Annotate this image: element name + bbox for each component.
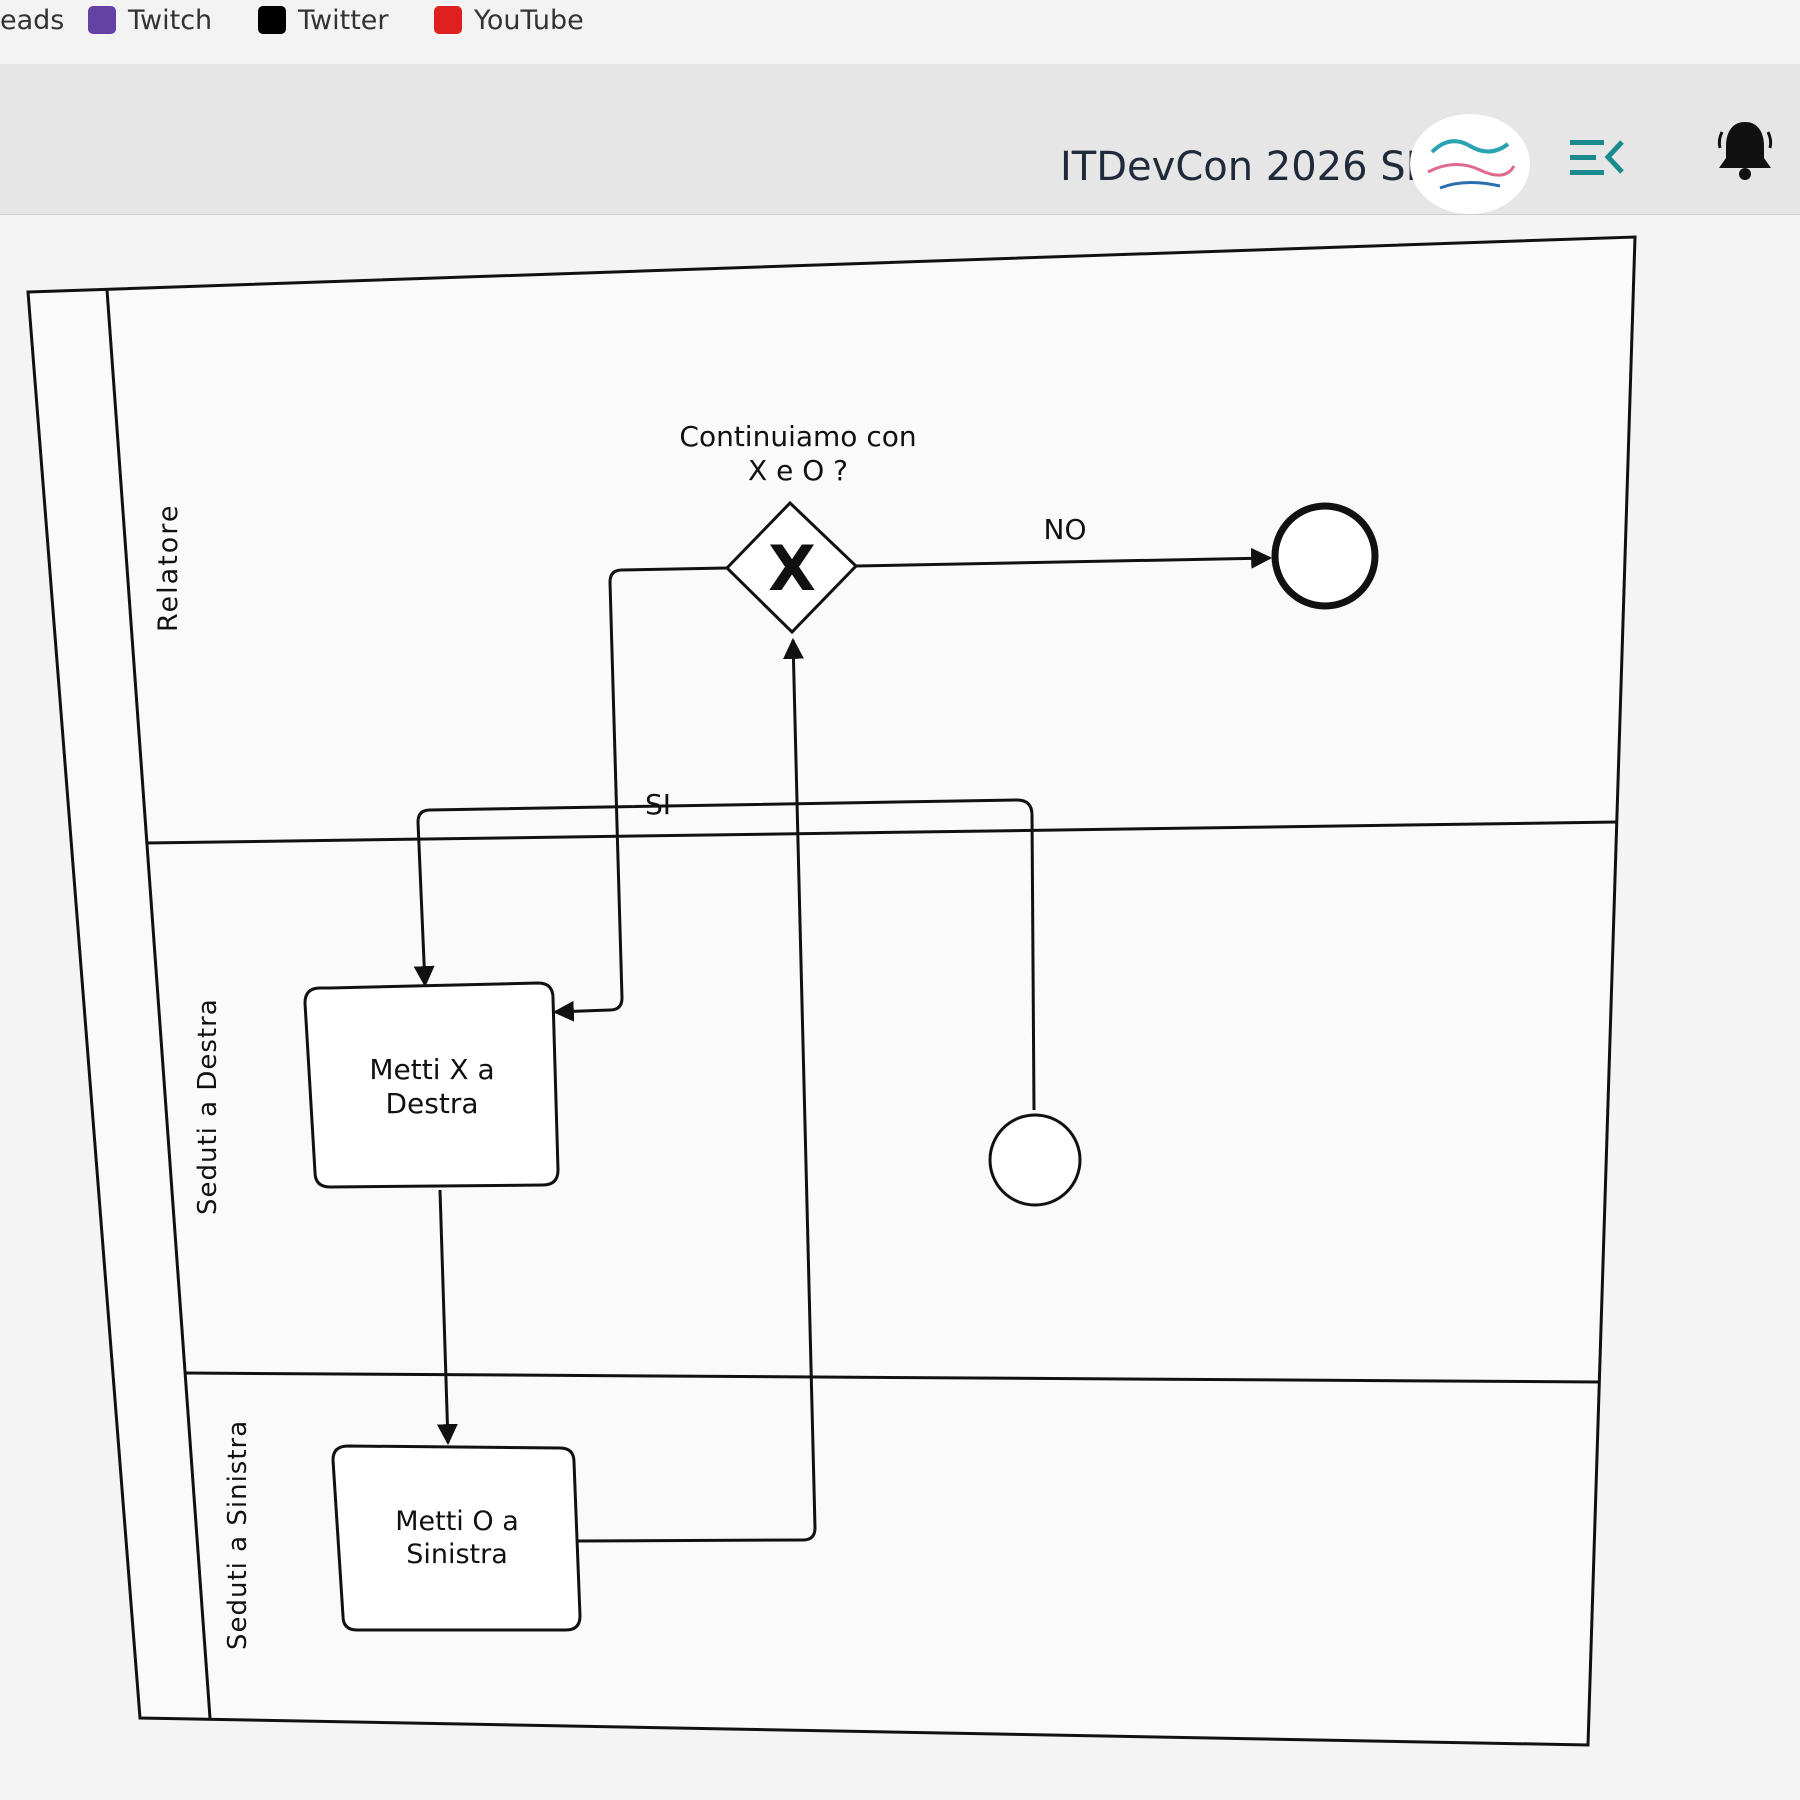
task-label-line1: Metti X a xyxy=(369,1053,494,1086)
task-label-line2: Destra xyxy=(385,1087,478,1120)
menu-collapse-graphic xyxy=(1570,140,1624,175)
lane-label-relatore: Relatore xyxy=(153,504,184,632)
app-header: ITDevCon 2026 SE xyxy=(0,64,1800,215)
bookmarks-bar: eads Twitch Twitter YouTube xyxy=(0,0,1800,65)
youtube-icon xyxy=(434,6,462,34)
bookmark-youtube[interactable]: YouTube xyxy=(434,0,584,40)
bookmark-twitch[interactable]: Twitch xyxy=(88,0,212,40)
event-logo-icon[interactable] xyxy=(1410,114,1530,214)
lane-label-seduti-destra: Seduti a Destra xyxy=(193,998,223,1215)
bookmark-label: Twitch xyxy=(128,4,213,36)
flow-label-si: SI xyxy=(645,788,671,821)
bookmark-twitter[interactable]: Twitter xyxy=(258,0,389,40)
bell-icon[interactable] xyxy=(1716,118,1774,186)
gateway-marker: X xyxy=(768,532,816,605)
task-label-line1: Metti O a xyxy=(395,1506,519,1537)
diagram-canvas: Relatore Seduti a Destra Seduti a Sinist… xyxy=(0,215,1800,1800)
end-event[interactable] xyxy=(1271,502,1379,610)
task-metti-x-destra[interactable]: Metti X a Destra xyxy=(303,981,560,1189)
bookmark-label: eads xyxy=(0,4,65,36)
event-title: ITDevCon 2026 SE xyxy=(1060,144,1431,190)
task-metti-o-sinistra[interactable]: Metti O a Sinistra xyxy=(331,1444,582,1632)
bookmark-label: Twitter xyxy=(298,4,389,36)
bookmark-label: YouTube xyxy=(474,4,584,36)
event-logo-graphic xyxy=(1427,139,1516,190)
bpmn-diagram: Relatore Seduti a Destra Seduti a Sinist… xyxy=(26,235,1637,1747)
bell-graphic xyxy=(1717,122,1773,180)
twitch-icon xyxy=(88,6,116,34)
gateway-label-line1: Continuiamo con xyxy=(679,420,916,453)
gateway-label-line2: X e O ? xyxy=(748,454,848,487)
lane-label-seduti-sinistra: Seduti a Sinistra xyxy=(223,1420,253,1650)
menu-collapse-icon[interactable] xyxy=(1568,136,1624,184)
bookmark-downloads[interactable]: eads xyxy=(0,0,64,40)
x-logo-icon xyxy=(258,6,286,34)
start-event[interactable] xyxy=(988,1113,1082,1207)
flow-label-no: NO xyxy=(1044,513,1087,546)
task-label-line2: Sinistra xyxy=(406,1539,508,1570)
